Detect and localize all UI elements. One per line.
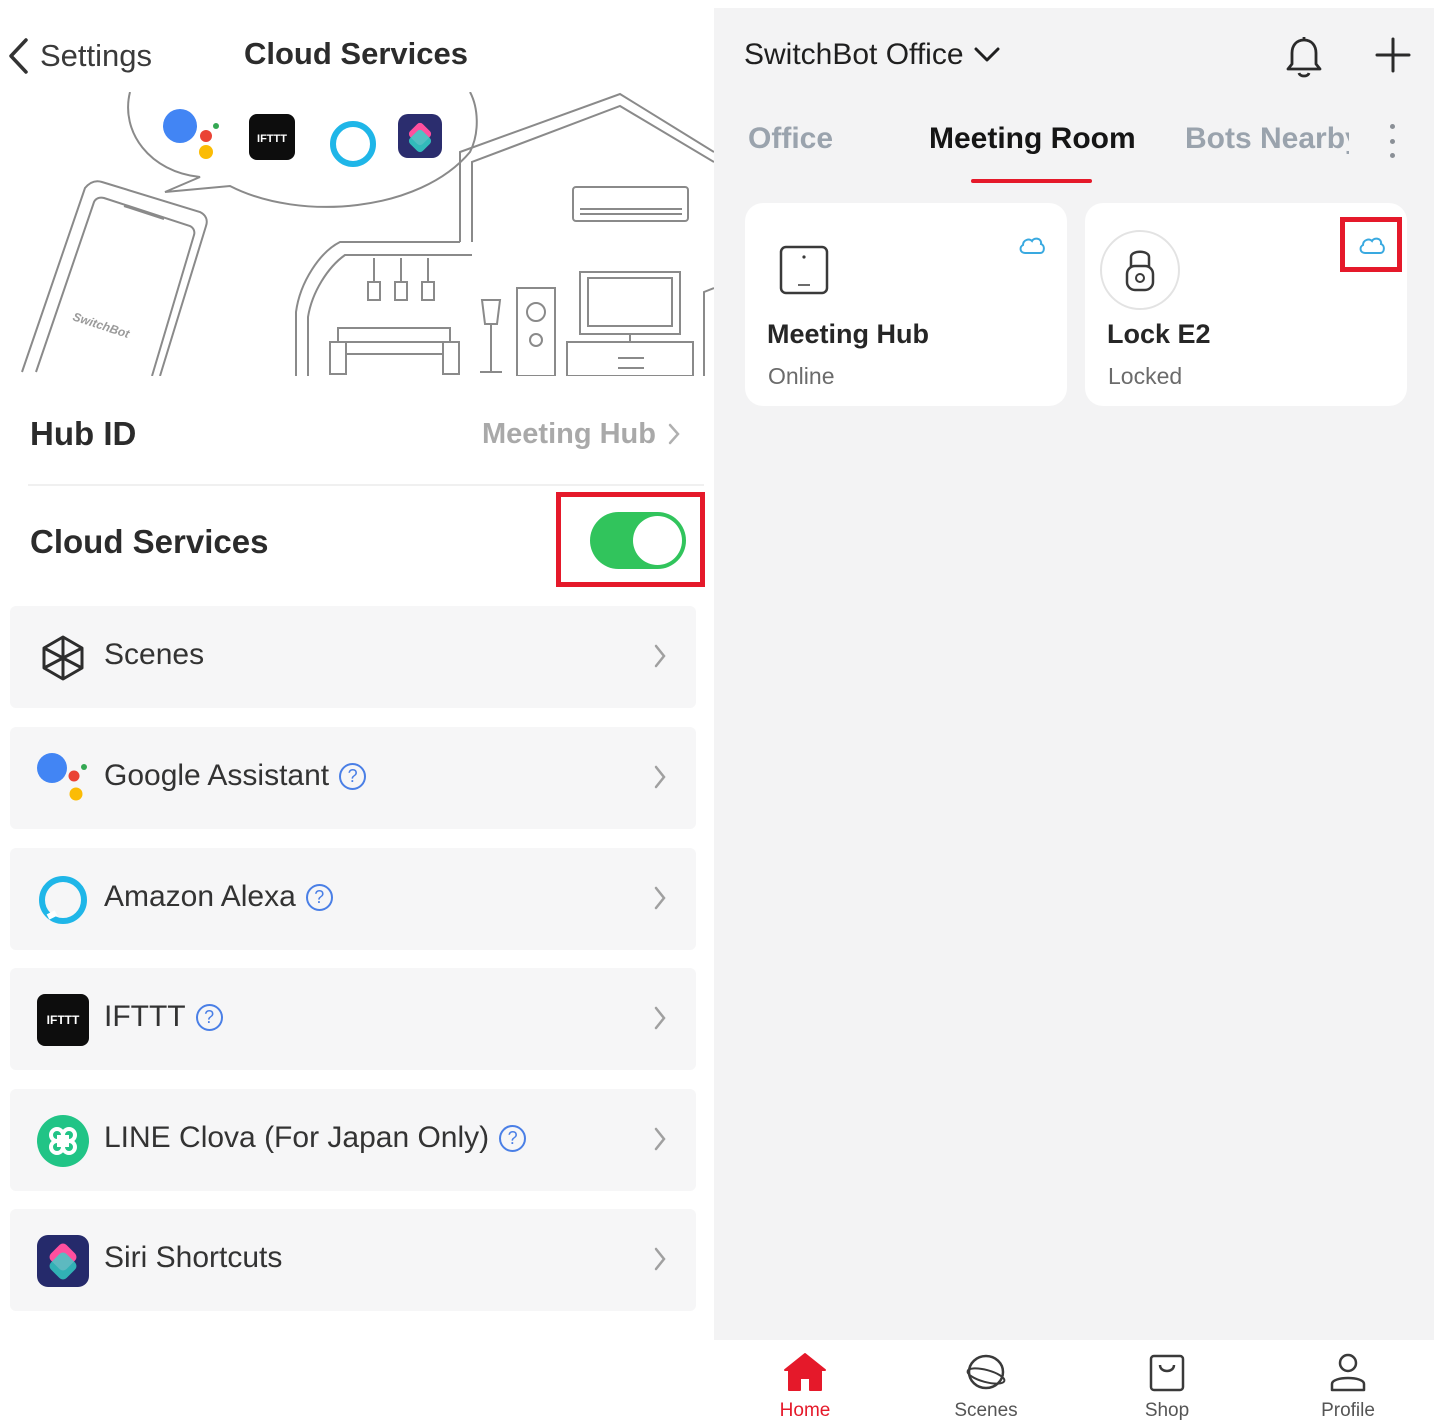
bottom-navigation: Home Scenes Shop Profile [714, 1340, 1434, 1428]
active-tab-indicator [971, 179, 1092, 183]
service-label-group: Scenes [104, 638, 204, 672]
lock-device-icon [1100, 230, 1180, 310]
device-name: Lock E2 [1107, 319, 1211, 349]
chevron-right-icon [668, 423, 680, 445]
nav-home[interactable]: Home [750, 1352, 860, 1422]
tab-bots-nearby[interactable]: Bots Nearby [1185, 122, 1349, 156]
service-item-google-assistant[interactable]: Google Assistant ? [10, 727, 696, 829]
shop-bag-icon [1149, 1354, 1185, 1392]
service-label: IFTTT [104, 1000, 186, 1033]
nav-label: Shop [1144, 1400, 1190, 1421]
cloud-icon [1019, 237, 1045, 254]
chevron-right-icon [654, 1127, 666, 1151]
service-label: Amazon Alexa [104, 880, 296, 913]
chevron-right-icon [654, 765, 666, 789]
device-card-lock-e2[interactable]: Lock E2 Locked [1085, 203, 1407, 406]
ifttt-icon: IFTTT [36, 993, 90, 1047]
back-button[interactable]: Settings [6, 34, 152, 78]
service-label-group: LINE Clova (For Japan Only) ? [104, 1121, 527, 1155]
home-icon [784, 1353, 826, 1391]
chevron-right-icon [654, 886, 666, 910]
tab-office[interactable]: Office [748, 122, 833, 156]
scenes-cube-icon [36, 631, 90, 685]
service-item-scenes[interactable]: Scenes [10, 606, 696, 708]
hero-illustration: SwitchBot IFTTT [21, 92, 714, 376]
nav-label: Home [779, 1400, 831, 1421]
siri-shortcuts-icon [36, 1234, 90, 1288]
nav-label: Scenes [954, 1400, 1018, 1421]
nav-profile[interactable]: Profile [1293, 1352, 1403, 1422]
service-label-group: IFTTT ? [104, 1000, 223, 1034]
hub-id-label: Hub ID [30, 415, 137, 452]
help-icon[interactable]: ? [195, 1003, 223, 1031]
home-title: SwitchBot Office [744, 38, 964, 71]
chevron-right-icon [654, 1247, 666, 1271]
nav-scenes[interactable]: Scenes [931, 1352, 1041, 1422]
hub-id-row[interactable]: Hub ID Meeting Hub [30, 402, 680, 466]
device-card-meeting-hub[interactable]: Meeting Hub Online [745, 203, 1067, 406]
line-clova-icon [36, 1114, 90, 1168]
chevron-left-icon [9, 38, 28, 74]
hub-id-value: Meeting Hub [482, 417, 656, 450]
google-assistant-icon [36, 752, 90, 806]
alexa-icon [36, 873, 90, 927]
nav-shop[interactable]: Shop [1112, 1352, 1222, 1422]
chevron-right-icon [654, 644, 666, 668]
page-title: Cloud Services [244, 36, 468, 71]
device-name: Meeting Hub [767, 319, 929, 349]
service-label-group: Google Assistant ? [104, 759, 367, 793]
service-label: Google Assistant [104, 759, 330, 792]
bell-icon[interactable] [1286, 36, 1322, 78]
cloud-icon [1359, 237, 1385, 254]
ifttt-badge-text: IFTTT [47, 1013, 80, 1027]
device-status: Online [768, 363, 835, 389]
help-icon[interactable]: ? [305, 883, 333, 911]
toggle-knob [633, 516, 682, 565]
service-label-group: Siri Shortcuts [104, 1241, 282, 1275]
phone-brand-text: SwitchBot [71, 310, 132, 342]
home-screen: SwitchBot Office Office Meeting Room Bot… [714, 8, 1434, 1340]
home-selector[interactable]: SwitchBot Office [744, 38, 1000, 72]
service-item-ifttt[interactable]: IFTTT IFTTT ? [10, 968, 696, 1070]
service-label: Siri Shortcuts [104, 1241, 283, 1274]
device-status: Locked [1108, 363, 1183, 389]
service-label: Scenes [104, 638, 205, 671]
help-icon[interactable]: ? [499, 1124, 527, 1152]
hero-ifttt-text: IFTTT [257, 133, 287, 145]
service-label: LINE Clova (For Japan Only) [104, 1121, 490, 1154]
chevron-down-icon [974, 47, 1000, 62]
back-label: Settings [40, 38, 153, 73]
nav-label: Profile [1321, 1400, 1375, 1421]
cloud-services-screen: Settings Cloud Services SwitchBot IFTTT … [0, 0, 714, 1428]
add-device-button[interactable] [1374, 36, 1412, 74]
scenes-icon [966, 1354, 1006, 1390]
service-item-siri-shortcuts[interactable]: Siri Shortcuts [10, 1209, 696, 1311]
hub-id-value-group: Meeting Hub [482, 418, 680, 451]
service-item-line-clova[interactable]: LINE Clova (For Japan Only) ? [10, 1089, 696, 1191]
hub-device-icon [779, 245, 829, 295]
cloud-services-label: Cloud Services [30, 523, 269, 560]
service-label-group: Amazon Alexa ? [104, 880, 333, 914]
cloud-services-toggle[interactable] [590, 512, 686, 569]
chevron-right-icon [654, 1006, 666, 1030]
divider [28, 484, 704, 486]
help-icon[interactable]: ? [339, 762, 367, 790]
service-item-amazon-alexa[interactable]: Amazon Alexa ? [10, 848, 696, 950]
tab-meeting-room[interactable]: Meeting Room [929, 122, 1136, 156]
profile-icon [1330, 1353, 1366, 1392]
more-options-icon[interactable] [1386, 124, 1398, 158]
